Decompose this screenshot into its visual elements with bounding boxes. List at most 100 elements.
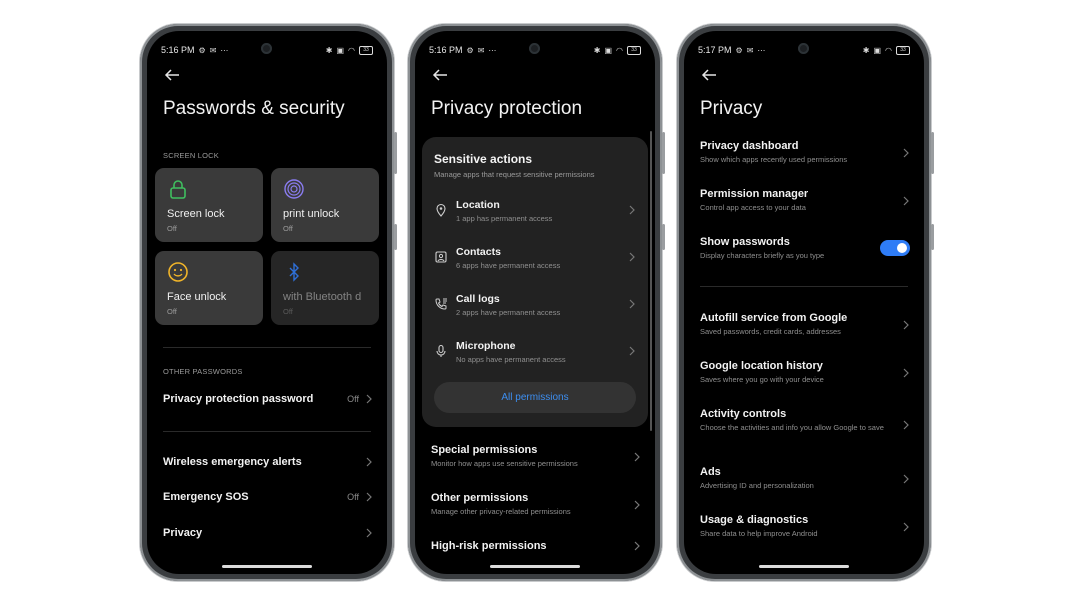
back-arrow-icon[interactable] bbox=[431, 67, 449, 83]
chevron-right-icon bbox=[366, 492, 372, 502]
wifi-icon: ◠ bbox=[348, 45, 355, 55]
item-label: Google location history bbox=[700, 360, 823, 372]
other-passwords-section-label: OTHER PASSWORDS bbox=[163, 367, 243, 376]
item-autofill-service[interactable]: Autofill service from Google Saved passw… bbox=[700, 312, 910, 337]
fingerprint-unlock-tile[interactable]: print unlock Off bbox=[271, 168, 379, 242]
row-label: Privacy protection password bbox=[163, 393, 314, 405]
chevron-right-icon bbox=[903, 320, 909, 330]
item-other-permissions[interactable]: Other permissions Manage other privacy-r… bbox=[431, 492, 641, 517]
show-passwords-toggle[interactable] bbox=[880, 240, 910, 256]
signal-icon: ▣ bbox=[336, 45, 345, 55]
row-value: Off bbox=[347, 492, 359, 502]
all-permissions-button[interactable]: All permissions bbox=[434, 382, 636, 413]
tile-name: print unlock bbox=[283, 208, 340, 220]
item-label: High-risk permissions bbox=[431, 540, 547, 552]
front-camera bbox=[529, 43, 540, 54]
more-dots-icon: ⋯ bbox=[220, 45, 229, 55]
row-privacy[interactable]: Privacy bbox=[163, 523, 373, 543]
item-sub: Display characters briefly as you type bbox=[700, 251, 825, 260]
perm-microphone[interactable]: Microphone No apps have permanent access bbox=[434, 340, 636, 370]
toggle-knob bbox=[897, 243, 907, 253]
call-log-icon bbox=[435, 298, 447, 310]
item-google-location-history[interactable]: Google location history Saves where you … bbox=[700, 360, 910, 385]
back-arrow-icon[interactable] bbox=[700, 67, 718, 83]
face-unlock-tile[interactable]: Face unlock Off bbox=[155, 251, 263, 325]
item-label: Usage & diagnostics bbox=[700, 514, 809, 526]
phone-privacy-protection: 5:16 PM ⚙ ✉ ⋯ ✱ ▣ ◠ 33 Privacy protectio… bbox=[408, 24, 665, 581]
screen: 5:16 PM ⚙ ✉ ⋯ ✱ ▣ ◠ 33 Privacy protectio… bbox=[415, 31, 655, 574]
perm-name: Microphone bbox=[456, 340, 516, 352]
battery-icon: 33 bbox=[627, 45, 641, 55]
tile-status: Off bbox=[283, 224, 293, 233]
settings-gear-icon: ⚙ bbox=[466, 45, 474, 55]
perm-name: Contacts bbox=[456, 246, 501, 258]
chevron-right-icon bbox=[903, 148, 909, 158]
back-arrow-icon[interactable] bbox=[163, 67, 181, 83]
home-indicator[interactable] bbox=[759, 565, 849, 568]
wifi-icon: ◠ bbox=[616, 45, 623, 55]
fingerprint-icon bbox=[284, 179, 304, 199]
status-time: 5:16 PM bbox=[429, 45, 463, 55]
item-sub: Manage other privacy-related permissions bbox=[431, 507, 571, 516]
chevron-right-icon bbox=[366, 528, 372, 538]
face-icon bbox=[168, 262, 188, 282]
screen-lock-tile[interactable]: Screen lock Off bbox=[155, 168, 263, 242]
phone-passwords-security: 5:16 PM ⚙ ✉ ⋯ ✱ ▣ ◠ 33 Passwords & secur… bbox=[140, 24, 397, 581]
item-ads[interactable]: Ads Advertising ID and personalization bbox=[700, 466, 910, 491]
power-button bbox=[662, 224, 665, 250]
perm-sub: 2 apps have permanent access bbox=[456, 308, 561, 317]
tile-name: Screen lock bbox=[167, 208, 225, 220]
lock-icon bbox=[170, 180, 186, 199]
row-value: Off bbox=[347, 394, 359, 404]
item-permission-manager[interactable]: Permission manager Control app access to… bbox=[700, 188, 910, 213]
volume-button bbox=[931, 132, 934, 174]
tile-status: Off bbox=[167, 224, 177, 233]
item-label: Autofill service from Google bbox=[700, 312, 848, 324]
settings-gear-icon: ⚙ bbox=[735, 45, 743, 55]
contacts-icon bbox=[435, 251, 447, 263]
item-label: Ads bbox=[700, 466, 721, 478]
scrollbar[interactable] bbox=[650, 131, 652, 431]
volume-button bbox=[394, 132, 397, 174]
item-sub: Monitor how apps use sensitive permissio… bbox=[431, 459, 578, 468]
home-indicator[interactable] bbox=[222, 565, 312, 568]
chevron-right-icon bbox=[366, 394, 372, 404]
tile-name: Face unlock bbox=[167, 291, 227, 303]
bluetooth-unlock-tile[interactable]: with Bluetooth d Off bbox=[271, 251, 379, 325]
home-indicator[interactable] bbox=[490, 565, 580, 568]
perm-call-logs[interactable]: Call logs 2 apps have permanent access bbox=[434, 293, 636, 323]
perm-contacts[interactable]: Contacts 6 apps have permanent access bbox=[434, 246, 636, 276]
item-usage-diagnostics[interactable]: Usage & diagnostics Share data to help i… bbox=[700, 514, 910, 539]
item-privacy-dashboard[interactable]: Privacy dashboard Show which apps recent… bbox=[700, 140, 910, 165]
chevron-right-icon bbox=[634, 452, 640, 462]
chevron-right-icon bbox=[629, 205, 635, 215]
chevron-right-icon bbox=[634, 541, 640, 551]
more-dots-icon: ⋯ bbox=[757, 45, 766, 55]
front-camera bbox=[261, 43, 272, 54]
chevron-right-icon bbox=[903, 196, 909, 206]
item-label: Other permissions bbox=[431, 492, 529, 504]
item-special-permissions[interactable]: Special permissions Monitor how apps use… bbox=[431, 444, 641, 469]
row-privacy-protection-password[interactable]: Privacy protection password Off bbox=[163, 389, 373, 409]
item-sub: Share data to help improve Android bbox=[700, 529, 818, 538]
mail-icon: ✉ bbox=[477, 45, 485, 55]
item-show-passwords[interactable]: Show passwords Display characters briefl… bbox=[700, 236, 910, 261]
card-title: Sensitive actions bbox=[434, 152, 533, 166]
item-label: Permission manager bbox=[700, 188, 809, 200]
item-label: Privacy dashboard bbox=[700, 140, 799, 152]
row-emergency-sos[interactable]: Emergency SOS Off bbox=[163, 487, 373, 507]
item-label: Show passwords bbox=[700, 236, 790, 248]
row-wireless-emergency-alerts[interactable]: Wireless emergency alerts bbox=[163, 452, 373, 472]
perm-name: Location bbox=[456, 199, 500, 211]
divider bbox=[700, 286, 908, 287]
signal-icon: ▣ bbox=[604, 45, 613, 55]
item-sub: Control app access to your data bbox=[700, 203, 806, 212]
page-title: Passwords & security bbox=[163, 98, 345, 119]
bluetooth-icon: ✱ bbox=[862, 45, 870, 55]
perm-location[interactable]: Location 1 app has permanent access bbox=[434, 199, 636, 229]
screen-lock-section-label: SCREEN LOCK bbox=[163, 151, 219, 160]
item-high-risk-permissions[interactable]: High-risk permissions bbox=[431, 540, 641, 552]
item-activity-controls[interactable]: Activity controls Choose the activities … bbox=[700, 408, 909, 433]
front-camera bbox=[798, 43, 809, 54]
location-pin-icon bbox=[436, 203, 446, 217]
